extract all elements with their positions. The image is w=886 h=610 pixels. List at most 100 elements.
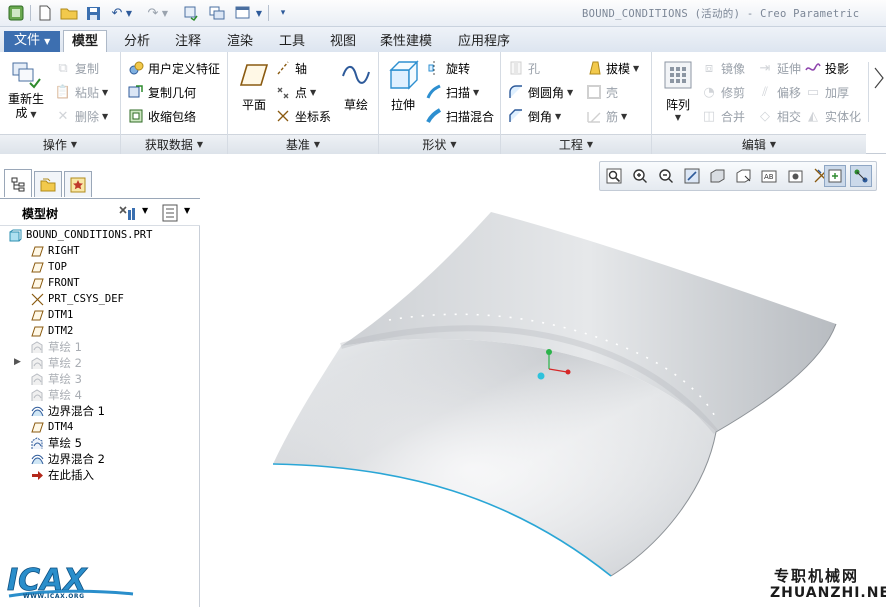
datum-axis-button[interactable]: 轴 <box>274 58 307 78</box>
csys-button[interactable]: 坐标系 <box>274 106 331 126</box>
extrude-button[interactable]: 拉伸 <box>383 58 423 113</box>
annotation-display-icon[interactable] <box>824 165 846 187</box>
copy-button[interactable]: ⧉ 复制 <box>54 58 99 78</box>
tree-item[interactable]: 边界混合 2 <box>30 451 105 467</box>
tree-columns-dropdown-icon[interactable]: ▼ <box>184 206 190 215</box>
tree-settings-dropdown-icon[interactable]: ▼ <box>142 206 148 215</box>
zoom-in-icon[interactable] <box>629 165 651 187</box>
hole-button[interactable]: 孔 <box>507 58 540 78</box>
swept-blend-button[interactable]: 扫描混合 <box>425 106 494 126</box>
offset-button[interactable]: ⫽ 偏移 <box>756 82 801 102</box>
project-button[interactable]: 投影 <box>804 58 849 78</box>
customize-toolbar-icon[interactable]: ▾ <box>274 4 292 22</box>
copy-geometry-button[interactable]: 复制几何 <box>127 82 196 102</box>
rib-icon <box>585 107 603 125</box>
app-logo-icon[interactable] <box>6 4 26 22</box>
tree-item[interactable]: PRT_CSYS_DEF <box>30 291 124 307</box>
model-tree-tab-icon[interactable] <box>4 169 32 197</box>
merge-button[interactable]: ◫ 合并 <box>700 106 745 126</box>
close-window-icon[interactable] <box>234 4 252 22</box>
tree-item[interactable]: 边界混合 1 <box>30 403 105 419</box>
datum-point-button[interactable]: 点 ▼ <box>274 82 316 102</box>
open-folder-icon[interactable] <box>60 4 78 22</box>
tree-item[interactable]: DTM2 <box>30 323 73 339</box>
group-operations-footer[interactable]: 操作 ▼ <box>0 134 120 154</box>
sketch-button[interactable]: 草绘 <box>336 58 376 113</box>
group-shapes-footer[interactable]: 形状 ▼ <box>379 134 500 154</box>
perspective-icon[interactable] <box>785 165 807 187</box>
extend-button[interactable]: ⇥ 延伸 <box>756 58 801 78</box>
tree-item-root[interactable]: BOUND_CONDITIONS.PRT <box>8 227 152 243</box>
thicken-button[interactable]: ▭ 加厚 <box>804 82 849 102</box>
refit-icon[interactable] <box>603 165 625 187</box>
paste-button[interactable]: 📋 粘贴 ▼ <box>54 82 108 102</box>
tree-item[interactable]: RIGHT <box>30 243 80 259</box>
revolve-button[interactable]: 旋转 <box>425 58 470 78</box>
tree-item[interactable]: FRONT <box>30 275 80 291</box>
save-icon[interactable] <box>84 4 102 22</box>
redo-dropdown-icon[interactable]: ▼ <box>160 4 170 22</box>
tab-render[interactable]: 渲染 <box>219 32 261 52</box>
repaint-icon[interactable] <box>681 165 703 187</box>
datum-plane-button[interactable]: 平面 <box>234 58 274 113</box>
delete-button[interactable]: ✕ 删除 ▼ <box>54 106 109 126</box>
chamfer-button[interactable]: 倒角 ▼ <box>507 106 561 126</box>
datum-plane-icon <box>30 325 44 338</box>
tab-analysis[interactable]: 分析 <box>116 32 158 52</box>
expand-arrow-icon[interactable]: ▶ <box>14 357 21 367</box>
tree-columns-icon[interactable] <box>160 203 180 223</box>
undo-dropdown-icon[interactable]: ▼ <box>124 4 134 22</box>
tab-tools[interactable]: 工具 <box>271 32 313 52</box>
sweep-button[interactable]: 扫描 ▼ <box>425 82 479 102</box>
graphics-window[interactable] <box>201 196 886 607</box>
tab-flexible-modeling[interactable]: 柔性建模 <box>372 32 440 52</box>
rib-button[interactable]: 筋 ▼ <box>585 106 627 126</box>
windows-icon[interactable] <box>208 4 226 22</box>
zoom-out-icon[interactable] <box>655 165 677 187</box>
regenerate-button[interactable]: 重新生成 ▼ <box>6 58 46 122</box>
view-manager-icon[interactable]: AB <box>759 165 781 187</box>
tab-file[interactable]: 文件 ▼ <box>4 31 61 52</box>
group-datum-footer[interactable]: 基准 ▼ <box>228 134 378 154</box>
tab-model[interactable]: 模型 <box>63 30 108 52</box>
tab-annotate[interactable]: 注释 <box>167 32 209 52</box>
draft-button[interactable]: 拔模 ▼ <box>585 58 639 78</box>
tree-item-insert-here[interactable]: 在此插入 <box>30 467 94 483</box>
trim-button[interactable]: ◔ 修剪 <box>700 82 745 102</box>
favorites-tab-icon[interactable] <box>64 171 92 197</box>
tree-item[interactable]: 草绘 3 <box>30 371 82 387</box>
tab-view[interactable]: 视图 <box>322 32 364 52</box>
group-get-data-footer[interactable]: 获取数据 ▼ <box>121 134 227 154</box>
navigator-tabs <box>0 168 200 198</box>
group-editing-footer[interactable]: 编辑 ▼ <box>652 134 866 154</box>
tree-item[interactable]: DTM1 <box>30 307 73 323</box>
ribbon-overflow-icon[interactable] <box>868 62 886 122</box>
folder-browser-tab-icon[interactable] <box>34 171 62 197</box>
tree-item[interactable]: 草绘 4 <box>30 387 82 403</box>
shrinkwrap-button[interactable]: 收缩包络 <box>127 106 196 126</box>
tree-settings-icon[interactable] <box>116 203 138 223</box>
pattern-button[interactable]: 阵列 ▼ <box>656 58 700 122</box>
csys-icon <box>30 293 44 306</box>
regenerate-quick-icon[interactable] <box>182 4 200 22</box>
shell-button[interactable]: 壳 <box>585 82 618 102</box>
intersect-button[interactable]: ◇ 相交 <box>756 106 801 126</box>
mirror-button[interactable]: ⧈ 镜像 <box>700 58 745 78</box>
datum-plane-icon <box>30 309 44 322</box>
tree-item[interactable]: TOP <box>30 259 67 275</box>
tree-item[interactable]: 草绘 5 <box>30 435 82 451</box>
udf-button[interactable]: 用户定义特征 <box>127 58 220 78</box>
datum-plane-icon <box>30 277 44 290</box>
tree-item[interactable]: 草绘 2 <box>30 355 82 371</box>
spin-center-icon[interactable] <box>850 165 872 187</box>
display-style-icon[interactable] <box>707 165 729 187</box>
group-engineering-footer[interactable]: 工程 ▼ <box>501 134 651 154</box>
tree-item[interactable]: DTM4 <box>30 419 73 435</box>
tree-item[interactable]: 草绘 1 <box>30 339 82 355</box>
tab-applications[interactable]: 应用程序 <box>450 32 518 52</box>
new-file-icon[interactable] <box>36 4 54 22</box>
window-dropdown-icon[interactable]: ▼ <box>254 4 264 22</box>
solidify-button[interactable]: ◭ 实体化 <box>804 106 861 126</box>
saved-orientations-icon[interactable] <box>733 165 755 187</box>
round-button[interactable]: 倒圆角 ▼ <box>507 82 573 102</box>
